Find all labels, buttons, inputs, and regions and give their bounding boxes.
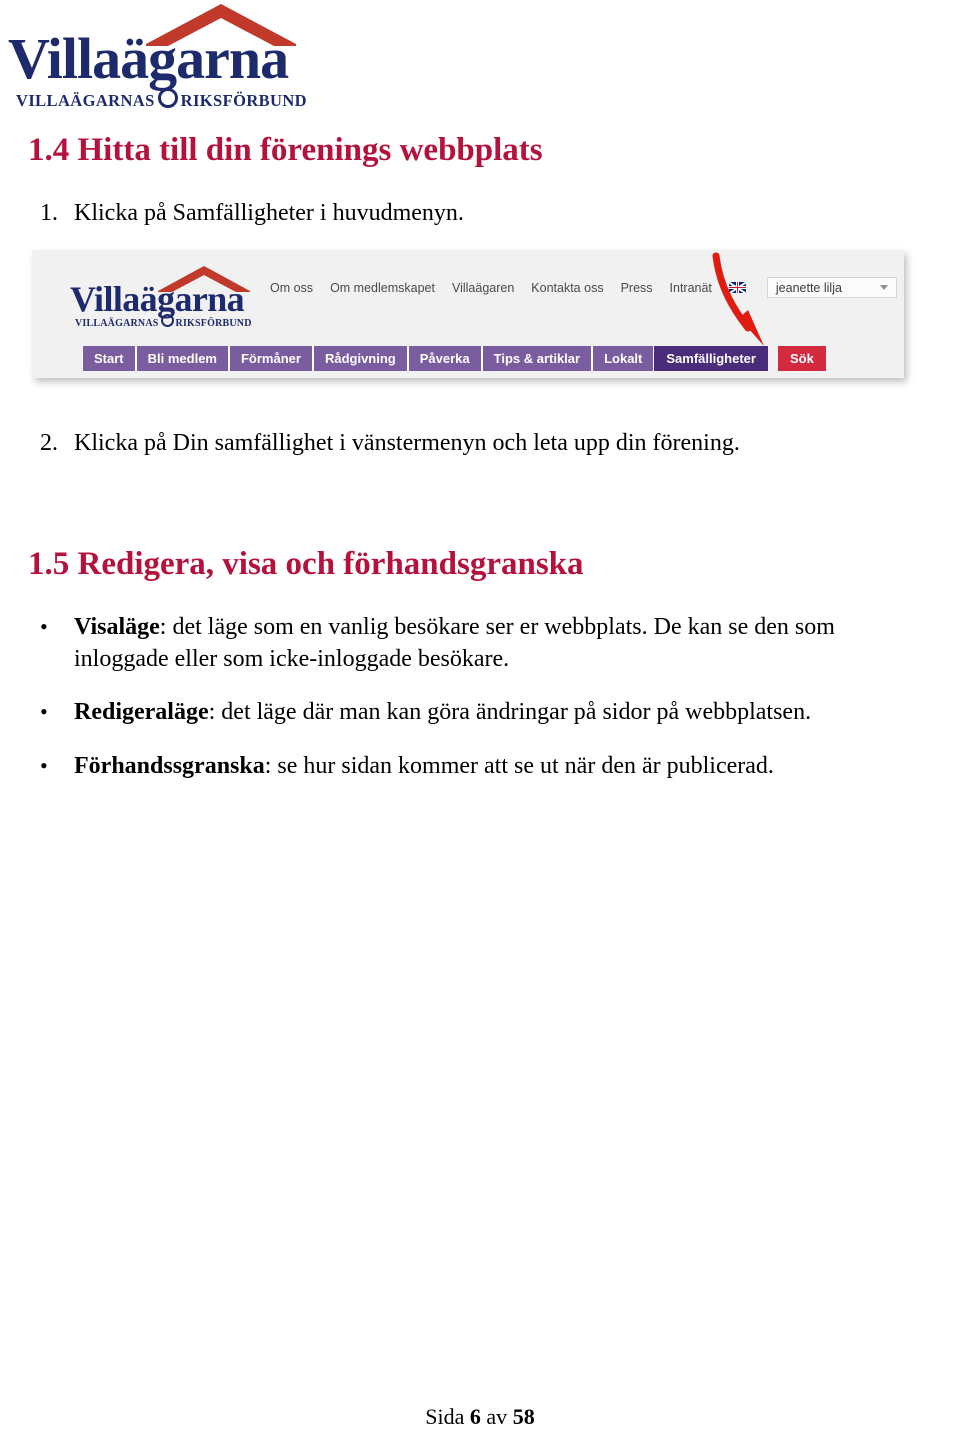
step-number-2: 2. bbox=[40, 430, 58, 456]
document-logo: Villaägarna VILLAÄGARNAS RIKSFÖRBUND bbox=[8, 4, 307, 110]
footer-prefix: Sida bbox=[425, 1404, 470, 1429]
top-menu-item-intranat[interactable]: Intranät bbox=[670, 281, 712, 295]
bullet-marker-icon: • bbox=[40, 699, 48, 725]
bullet-rest: : det läge som en vanlig besökare ser er… bbox=[74, 614, 835, 672]
footer-page-number: 6 bbox=[469, 1404, 481, 1429]
page-footer: Sida 6 av 58 bbox=[0, 1404, 960, 1430]
site-logo-dot-icon bbox=[160, 314, 174, 327]
bullet-text: Visaläge: det läge som en vanlig besökar… bbox=[74, 612, 870, 675]
user-menu-label: jeanette lilja bbox=[775, 280, 842, 295]
step-item-2: 2. Klicka på Din samfällighet i vänsterme… bbox=[40, 428, 740, 458]
footer-total-pages: 58 bbox=[512, 1404, 535, 1429]
step-text-2: Klicka på Din samfällighet i vänstermeny… bbox=[74, 430, 740, 456]
uk-flag-icon[interactable] bbox=[728, 282, 746, 293]
site-logo[interactable]: Villaägarna VILLAÄGARNAS RIKSFÖRBUND bbox=[70, 266, 251, 329]
logo-wordmark: Villaägarna bbox=[8, 26, 289, 91]
bullet-rest: : se hur sidan kommer att se ut när den … bbox=[264, 753, 774, 780]
step-number-1: 1. bbox=[40, 200, 58, 226]
nav-item-formaner[interactable]: Förmåner bbox=[228, 346, 313, 371]
user-menu-dropdown[interactable]: jeanette lilja bbox=[766, 277, 897, 298]
top-menu-item-om-oss[interactable]: Om oss bbox=[270, 281, 313, 295]
top-menu-item-press[interactable]: Press bbox=[621, 281, 653, 295]
logo-tagline-right: RIKSFÖRBUND bbox=[180, 91, 307, 110]
site-logo-tagline-left: VILLAÄGARNAS bbox=[75, 318, 159, 329]
bullet-marker-icon: • bbox=[40, 614, 48, 639]
bullet-text: Förhandssgranska: se hur sidan kommer at… bbox=[74, 751, 870, 783]
bullet-text: Redigeraläge: det läge där man kan göra … bbox=[74, 697, 870, 729]
step-text-1: Klicka på Samfälligheter i huvudmenyn. bbox=[74, 200, 464, 226]
nav-item-start[interactable]: Start bbox=[82, 346, 136, 371]
list-item: • Förhandssgranska: se hur sidan kommer … bbox=[40, 751, 870, 783]
chevron-down-icon bbox=[879, 285, 888, 290]
bullet-term: Förhandssgranska bbox=[74, 753, 265, 780]
site-logo-tagline-right: RIKSFÖRBUND bbox=[175, 318, 252, 329]
nav-item-paverka[interactable]: Påverka bbox=[407, 346, 482, 371]
site-logo-wordmark: Villaägarna bbox=[70, 279, 245, 319]
nav-item-sok[interactable]: Sök bbox=[777, 346, 826, 371]
step-item-1: 1. Klicka på Samfälligheter i huvudmenyn. bbox=[40, 198, 464, 228]
section-heading-1-5: 1.5 Redigera, visa och förhandsgranska bbox=[28, 546, 584, 582]
nav-item-radgivning[interactable]: Rådgivning bbox=[312, 346, 408, 371]
logo-tagline: VILLAÄGARNAS RIKSFÖRBUND bbox=[16, 88, 307, 111]
logo-dot-icon bbox=[157, 88, 178, 108]
nav-item-tips-artiklar[interactable]: Tips & artiklar bbox=[481, 346, 593, 371]
bullet-list: • Visaläge: det läge som en vanlig besök… bbox=[40, 612, 870, 805]
embedded-website-screenshot: Villaägarna VILLAÄGARNAS RIKSFÖRBUND Om o… bbox=[32, 250, 904, 378]
site-main-nav: Start Bli medlem Förmåner Rådgivning Påv… bbox=[82, 344, 826, 371]
list-item: • Visaläge: det läge som en vanlig besök… bbox=[40, 612, 870, 675]
site-top-menu: Om oss Om medlemskapet Villaägaren Konta… bbox=[270, 277, 897, 298]
bullet-term: Redigeraläge bbox=[74, 699, 209, 726]
nav-item-lokalt[interactable]: Lokalt bbox=[592, 346, 655, 371]
nav-item-samfalligheter[interactable]: Samfälligheter bbox=[654, 346, 768, 371]
site-logo-tagline: VILLAÄGARNAS RIKSFÖRBUND bbox=[75, 314, 252, 329]
top-menu-item-om-medlemskapet[interactable]: Om medlemskapet bbox=[330, 281, 435, 295]
nav-item-bli-medlem[interactable]: Bli medlem bbox=[135, 346, 229, 371]
footer-middle: av bbox=[480, 1404, 513, 1429]
top-menu-item-kontakta-oss[interactable]: Kontakta oss bbox=[531, 281, 603, 295]
top-menu-item-villaagaren[interactable]: Villaägaren bbox=[452, 281, 514, 295]
bullet-term: Visaläge bbox=[74, 614, 160, 640]
logo-tagline-left: VILLAÄGARNAS bbox=[16, 91, 155, 110]
bullet-marker-icon: • bbox=[40, 753, 48, 779]
bullet-rest: : det läge där man kan göra ändringar på… bbox=[208, 699, 812, 726]
section-heading-1-4: 1.4 Hitta till din förenings webbplats bbox=[28, 132, 543, 168]
list-item: • Redigeraläge: det läge där man kan gör… bbox=[40, 697, 870, 729]
